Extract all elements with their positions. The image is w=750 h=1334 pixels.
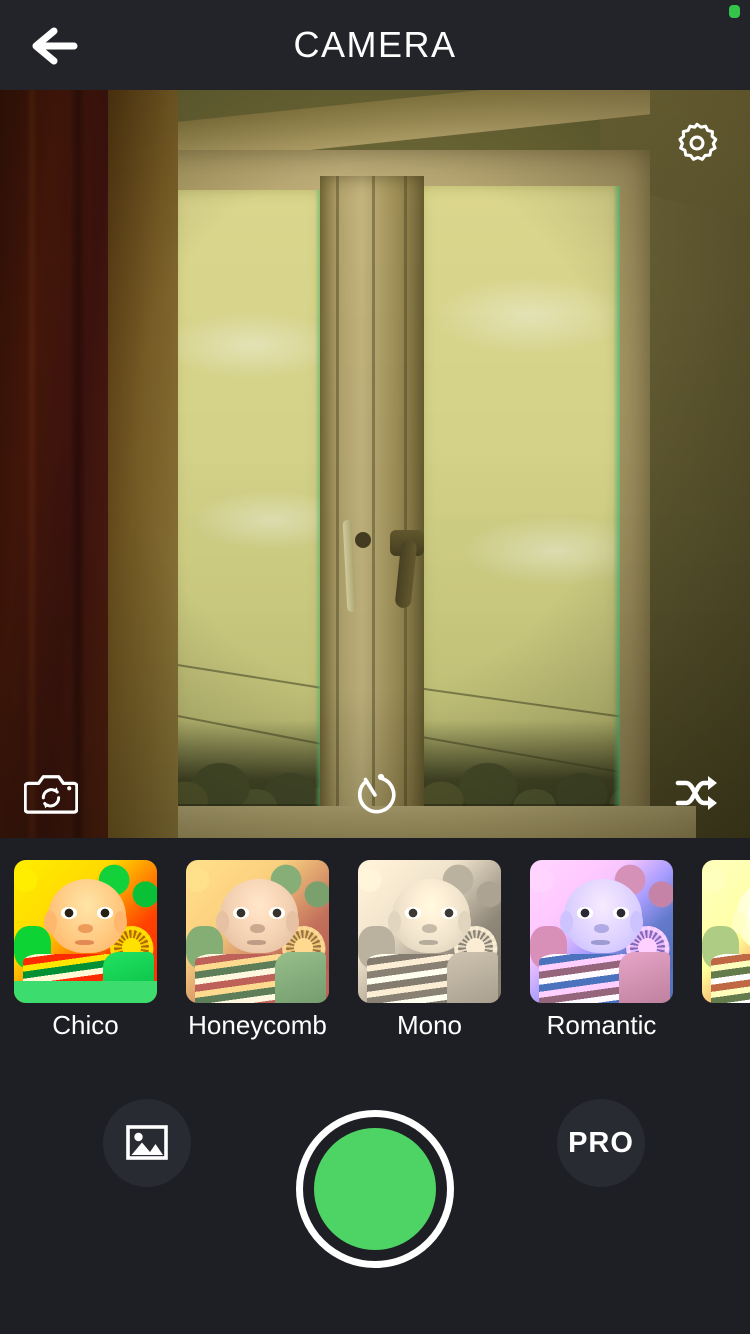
viewfinder-tool-row xyxy=(0,762,750,824)
shuffle-button[interactable] xyxy=(667,762,729,824)
filter-item-honeycomb[interactable]: Honeycomb xyxy=(186,860,329,1041)
filter-thumbnail[interactable] xyxy=(358,860,501,1003)
timer-button[interactable] xyxy=(344,762,406,824)
camera-flip-icon xyxy=(24,770,78,816)
page-title: CAMERA xyxy=(0,0,750,90)
app-header: CAMERA xyxy=(0,0,750,90)
filter-item-next[interactable] xyxy=(702,860,750,1041)
filter-thumbnail[interactable] xyxy=(14,860,157,1003)
filter-item-chico[interactable]: Chico xyxy=(14,860,157,1041)
filter-item-romantic[interactable]: Romantic xyxy=(530,860,673,1041)
camera-viewfinder[interactable] xyxy=(0,90,750,838)
filter-label: Chico xyxy=(52,1010,118,1041)
filter-preview-image xyxy=(530,860,673,1003)
filter-label: Mono xyxy=(397,1010,462,1041)
filter-selected-indicator xyxy=(14,981,157,1003)
image-icon xyxy=(124,1120,170,1166)
switch-camera-button[interactable] xyxy=(20,762,82,824)
filter-label: Romantic xyxy=(547,1010,657,1041)
shutter-inner-circle xyxy=(314,1128,436,1250)
shuffle-icon xyxy=(674,772,722,814)
filter-track: Chico Honeycomb xyxy=(14,860,750,1041)
filter-preview-image xyxy=(358,860,501,1003)
live-preview-image xyxy=(0,90,750,838)
filter-carousel[interactable]: Chico Honeycomb xyxy=(0,838,750,1050)
filter-thumbnail[interactable] xyxy=(186,860,329,1003)
pro-mode-label: PRO xyxy=(568,1127,634,1160)
filter-preview-image xyxy=(186,860,329,1003)
filter-preview-image xyxy=(702,860,750,1003)
filter-item-mono[interactable]: Mono xyxy=(358,860,501,1041)
filter-label: Honeycomb xyxy=(188,1010,327,1041)
shutter-button[interactable] xyxy=(296,1110,454,1268)
gallery-button[interactable] xyxy=(103,1099,191,1187)
settings-button[interactable] xyxy=(666,112,728,174)
filter-thumbnail[interactable] xyxy=(530,860,673,1003)
gear-icon xyxy=(674,120,720,166)
camera-app-screen: CAMERA xyxy=(0,0,750,1334)
timer-icon xyxy=(352,769,398,817)
filter-thumbnail[interactable] xyxy=(702,860,750,1003)
pro-mode-button[interactable]: PRO xyxy=(557,1099,645,1187)
